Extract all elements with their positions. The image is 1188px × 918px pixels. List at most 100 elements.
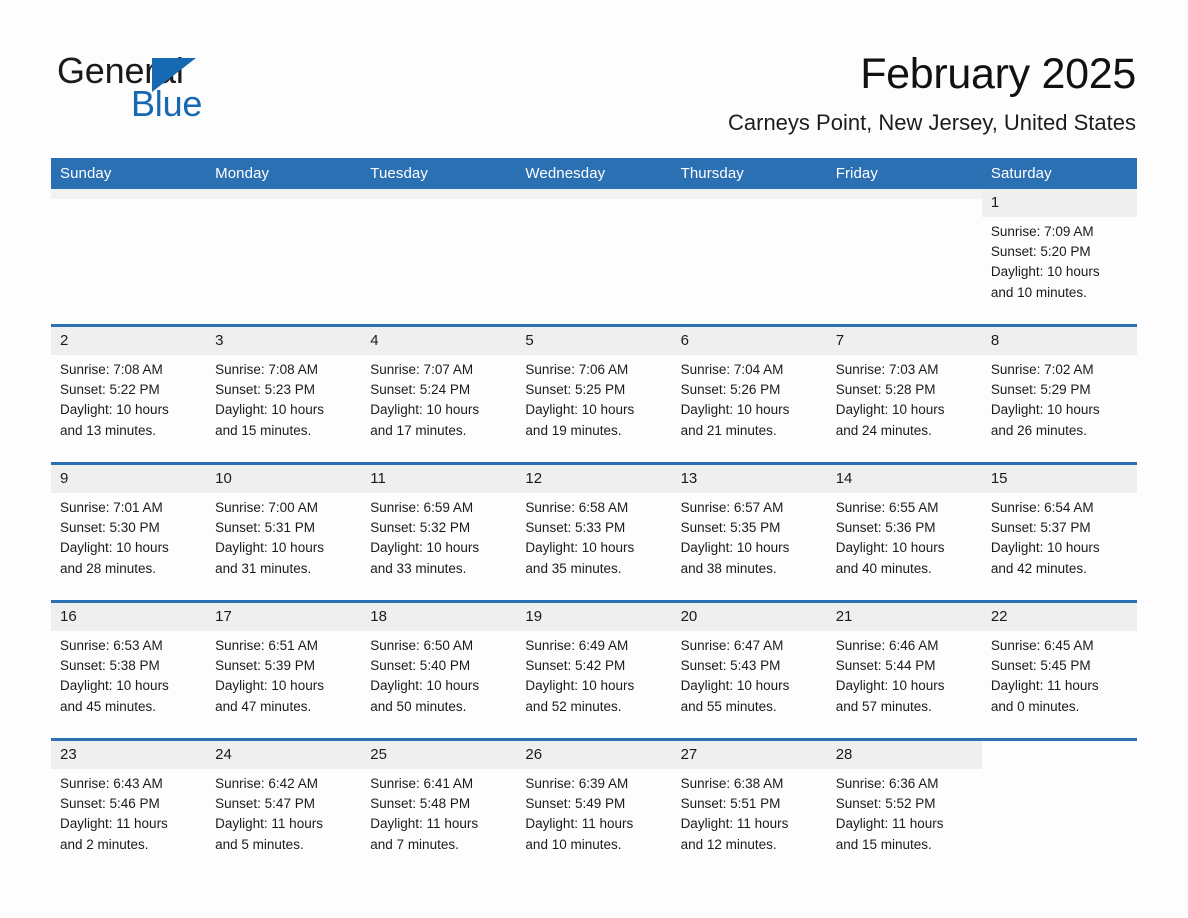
calendar-day-cell[interactable]: 18 Sunrise: 6:50 AM Sunset: 5:40 PM Dayligh… xyxy=(361,600,517,716)
daylight-text-line2: and 5 minutes. xyxy=(215,836,304,852)
day-cell-content: 14 Sunrise: 6:55 AM Sunset: 5:36 PM Dayligh… xyxy=(826,465,982,578)
calendar-day-cell[interactable]: 9 Sunrise: 7:01 AM Sunset: 5:30 PM Daylight… xyxy=(51,462,207,578)
daylight-text-line1: Daylight: 10 hours xyxy=(680,540,790,556)
sunrise-text: Sunrise: 6:51 AM xyxy=(215,638,318,653)
sunset-text: Sunset: 5:31 PM xyxy=(215,520,315,536)
day-sun-info: Sunrise: 6:53 AM Sunset: 5:38 PM Daylight:… xyxy=(51,631,206,717)
calendar-day-cell[interactable]: 19 Sunrise: 6:49 AM Sunset: 5:42 PM Dayligh… xyxy=(516,600,672,717)
calendar-day-cell[interactable]: 21 Sunrise: 6:46 AM Sunset: 5:44 PM Dayligh… xyxy=(826,600,982,716)
sunset-text: Sunset: 5:47 PM xyxy=(215,796,315,812)
title-block: February 2025 Carneys Point, New Jersey,… xyxy=(728,48,1136,136)
day-sun-info: Sunrise: 6:43 AM Sunset: 5:46 PM Daylight:… xyxy=(51,769,206,855)
day-cell-content xyxy=(206,189,362,302)
calendar-day-cell[interactable]: 4 Sunrise: 7:07 AM Sunset: 5:24 PM Daylight… xyxy=(361,324,517,440)
sunset-text: Sunset: 5:48 PM xyxy=(370,796,471,812)
day-cell-content: 6 Sunrise: 7:04 AM Sunset: 5:26 PM Daylight… xyxy=(671,327,827,440)
day-cell-content: 3 Sunrise: 7:08 AM Sunset: 5:23 PM Daylight… xyxy=(206,327,362,440)
calendar-day-cell[interactable]: 16 Sunrise: 6:53 AM Sunset: 5:38 PM Dayligh… xyxy=(51,600,207,717)
day-cell-content: 24 Sunrise: 6:42 AM Sunset: 5:47 PM Dayligh… xyxy=(206,741,362,854)
sunrise-text: Sunrise: 6:59 AM xyxy=(370,500,474,515)
calendar-day-cell[interactable]: 27 Sunrise: 6:38 AM Sunset: 5:51 PM Dayligh… xyxy=(671,738,827,854)
calendar-day-cell[interactable]: 26 Sunrise: 6:39 AM Sunset: 5:49 PM Dayligh… xyxy=(516,738,672,854)
day-sun-info: Sunrise: 6:59 AM Sunset: 5:32 PM Daylight:… xyxy=(361,493,516,579)
day-sun-info: Sunrise: 6:36 AM Sunset: 5:52 PM Daylight:… xyxy=(827,769,982,855)
sunrise-text: Sunrise: 6:54 AM xyxy=(990,500,1094,515)
calendar-day-cell[interactable]: 5 Sunrise: 7:06 AM Sunset: 5:25 PM Daylight… xyxy=(516,324,672,441)
week-spacer-cell xyxy=(51,716,1137,740)
day-sun-info: Sunrise: 7:06 AM Sunset: 5:25 PM Daylight:… xyxy=(516,355,671,441)
sunrise-text: Sunrise: 6:53 AM xyxy=(60,638,163,653)
day-cell-content: 21 Sunrise: 6:46 AM Sunset: 5:44 PM Dayligh… xyxy=(826,603,982,716)
day-number: 27 xyxy=(671,741,827,769)
day-number xyxy=(361,189,517,199)
calendar-day-cell[interactable]: 6 Sunrise: 7:04 AM Sunset: 5:26 PM Daylight… xyxy=(671,324,827,440)
day-sun-info: Sunrise: 6:58 AM Sunset: 5:33 PM Daylight:… xyxy=(516,493,671,579)
daylight-text-line2: and 0 minutes. xyxy=(990,698,1080,714)
daylight-text-line2: and 57 minutes. xyxy=(835,698,932,714)
sunset-text: Sunset: 5:29 PM xyxy=(990,382,1091,398)
calendar-day-cell[interactable]: 12 Sunrise: 6:58 AM Sunset: 5:33 PM Dayligh… xyxy=(516,462,672,579)
calendar-day-cell[interactable]: 13 Sunrise: 6:57 AM Sunset: 5:35 PM Dayligh… xyxy=(671,462,827,578)
calendar-day-cell[interactable]: 8 Sunrise: 7:02 AM Sunset: 5:29 PM Daylight… xyxy=(981,324,1137,440)
calendar-empty-cell xyxy=(361,189,517,302)
sunset-text: Sunset: 5:28 PM xyxy=(835,382,936,398)
daylight-text-line1: Daylight: 10 hours xyxy=(835,540,945,556)
daylight-text-line2: and 13 minutes. xyxy=(60,422,157,438)
general-blue-logo[interactable]: General Blue xyxy=(57,52,257,124)
day-sun-info: Sunrise: 6:47 AM Sunset: 5:43 PM Daylight:… xyxy=(672,631,827,717)
daylight-text-line2: and 24 minutes. xyxy=(835,422,932,438)
day-cell-content: 12 Sunrise: 6:58 AM Sunset: 5:33 PM Dayligh… xyxy=(516,465,672,579)
calendar-day-cell[interactable]: 28 Sunrise: 6:36 AM Sunset: 5:52 PM Dayligh… xyxy=(826,738,982,855)
calendar-day-cell[interactable]: 24 Sunrise: 6:42 AM Sunset: 5:47 PM Dayligh… xyxy=(206,738,362,854)
sunrise-text: Sunrise: 6:39 AM xyxy=(525,776,629,791)
daylight-text-line1: Daylight: 11 hours xyxy=(215,816,323,832)
calendar-day-cell[interactable]: 20 Sunrise: 6:47 AM Sunset: 5:43 PM Dayligh… xyxy=(671,600,827,717)
calendar-day-cell[interactable]: 14 Sunrise: 6:55 AM Sunset: 5:36 PM Dayligh… xyxy=(826,462,982,578)
sunset-text: Sunset: 5:42 PM xyxy=(525,658,626,674)
calendar-day-cell[interactable]: 15 Sunrise: 6:54 AM Sunset: 5:37 PM Dayligh… xyxy=(981,462,1137,579)
day-cell-content: 19 Sunrise: 6:49 AM Sunset: 5:42 PM Dayligh… xyxy=(516,603,672,717)
day-cell-content: 9 Sunrise: 7:01 AM Sunset: 5:30 PM Daylight… xyxy=(51,465,207,578)
daylight-text-line2: and 47 minutes. xyxy=(215,698,312,714)
calendar-day-cell[interactable]: 23 Sunrise: 6:43 AM Sunset: 5:46 PM Dayligh… xyxy=(51,738,207,855)
calendar-day-cell[interactable]: 22 Sunrise: 6:45 AM Sunset: 5:45 PM Dayligh… xyxy=(981,600,1137,716)
sunrise-text: Sunrise: 6:49 AM xyxy=(525,638,629,653)
daylight-text-line2: and 26 minutes. xyxy=(990,422,1087,438)
daylight-text-line2: and 33 minutes. xyxy=(370,560,467,576)
sunrise-text: Sunrise: 7:00 AM xyxy=(215,500,318,515)
sunrise-text: Sunrise: 6:43 AM xyxy=(60,776,163,791)
daylight-text-line1: Daylight: 10 hours xyxy=(60,402,169,418)
day-number xyxy=(982,741,1137,751)
calendar-day-cell[interactable]: 17 Sunrise: 6:51 AM Sunset: 5:39 PM Dayligh… xyxy=(206,600,362,716)
sunrise-text: Sunrise: 6:50 AM xyxy=(370,638,474,653)
daylight-text-line1: Daylight: 10 hours xyxy=(990,264,1100,280)
calendar-day-cell[interactable]: 10 Sunrise: 7:00 AM Sunset: 5:31 PM Dayligh… xyxy=(206,462,362,578)
day-cell-content: 8 Sunrise: 7:02 AM Sunset: 5:29 PM Daylight… xyxy=(981,327,1137,440)
day-cell-content: 23 Sunrise: 6:43 AM Sunset: 5:46 PM Dayligh… xyxy=(51,741,207,855)
daylight-text-line2: and 17 minutes. xyxy=(370,422,467,438)
sunset-text: Sunset: 5:43 PM xyxy=(680,658,781,674)
day-cell-content: 15 Sunrise: 6:54 AM Sunset: 5:37 PM Dayligh… xyxy=(981,465,1137,579)
calendar-week-row: 9 Sunrise: 7:01 AM Sunset: 5:30 PM Daylight… xyxy=(51,462,1137,579)
calendar-week-row: 16 Sunrise: 6:53 AM Sunset: 5:38 PM Dayligh… xyxy=(51,600,1137,717)
calendar-day-cell[interactable]: 1 Sunrise: 7:09 AM Sunset: 5:20 PM Daylight… xyxy=(981,189,1137,302)
calendar-day-cell[interactable]: 3 Sunrise: 7:08 AM Sunset: 5:23 PM Daylight… xyxy=(206,324,362,440)
sunrise-text: Sunrise: 6:41 AM xyxy=(370,776,474,791)
calendar-day-cell[interactable]: 11 Sunrise: 6:59 AM Sunset: 5:32 PM Dayligh… xyxy=(361,462,517,579)
day-sun-info: Sunrise: 6:54 AM Sunset: 5:37 PM Daylight:… xyxy=(982,493,1137,579)
week-spacer xyxy=(51,578,1137,602)
day-number: 7 xyxy=(826,327,982,355)
day-number xyxy=(516,189,672,199)
calendar-day-cell[interactable]: 25 Sunrise: 6:41 AM Sunset: 5:48 PM Dayligh… xyxy=(361,738,517,854)
calendar-day-cell[interactable]: 7 Sunrise: 7:03 AM Sunset: 5:28 PM Daylight… xyxy=(826,324,982,440)
day-cell-content: 10 Sunrise: 7:00 AM Sunset: 5:31 PM Dayligh… xyxy=(206,465,362,578)
day-number xyxy=(826,189,982,199)
calendar-day-cell[interactable]: 2 Sunrise: 7:08 AM Sunset: 5:22 PM Daylight… xyxy=(51,324,207,440)
calendar-empty-cell xyxy=(51,189,207,302)
day-cell-content: 11 Sunrise: 6:59 AM Sunset: 5:32 PM Dayligh… xyxy=(361,465,517,579)
day-number: 9 xyxy=(51,465,207,493)
day-cell-content: 22 Sunrise: 6:45 AM Sunset: 5:45 PM Dayligh… xyxy=(981,603,1137,716)
sunrise-text: Sunrise: 6:58 AM xyxy=(525,500,629,515)
day-sun-info: Sunrise: 6:49 AM Sunset: 5:42 PM Daylight:… xyxy=(516,631,671,717)
day-number: 22 xyxy=(981,603,1137,631)
